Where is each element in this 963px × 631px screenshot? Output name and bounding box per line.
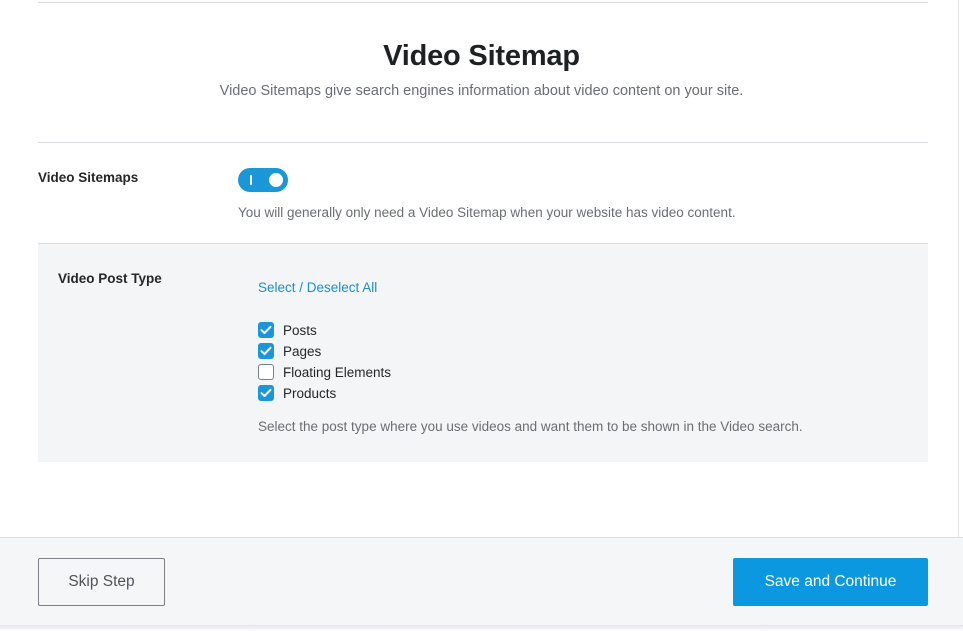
pages-label: Pages	[283, 343, 322, 359]
video-post-type-label: Video Post Type	[58, 271, 162, 286]
checkbox-row-posts[interactable]: Posts	[258, 321, 317, 339]
checkmark-icon	[260, 346, 272, 355]
checkbox-row-pages[interactable]: Pages	[258, 342, 321, 360]
checkbox-row-products[interactable]: Products	[258, 384, 336, 402]
top-divider	[38, 2, 928, 3]
video-sitemaps-description: You will generally only need a Video Sit…	[238, 205, 736, 220]
checkbox-row-floating-elements[interactable]: Floating Elements	[258, 363, 391, 381]
floating-elements-label: Floating Elements	[283, 364, 392, 380]
posts-checkbox[interactable]	[258, 322, 274, 338]
footer-shadow	[0, 625, 963, 631]
video-sitemaps-toggle[interactable]	[238, 168, 288, 192]
products-label: Products	[283, 385, 337, 401]
save-and-continue-button[interactable]: Save and Continue	[733, 558, 928, 606]
video-sitemaps-label: Video Sitemaps	[38, 170, 139, 185]
toggle-on-mark	[250, 175, 252, 185]
skip-step-button[interactable]: Skip Step	[38, 558, 165, 606]
posts-label: Posts	[283, 322, 317, 338]
section-divider	[38, 142, 928, 143]
page-subtitle: Video Sitemaps give search engines infor…	[219, 83, 744, 99]
checkmark-icon	[260, 388, 272, 397]
wizard-page: Video Sitemap Video Sitemaps give search…	[0, 0, 963, 631]
pages-checkbox[interactable]	[258, 343, 274, 359]
page-title: Video Sitemap	[383, 40, 580, 72]
toggle-knob	[269, 173, 283, 187]
floating-elements-checkbox[interactable]	[258, 364, 274, 380]
products-checkbox[interactable]	[258, 385, 274, 401]
checkmark-icon	[260, 325, 272, 334]
select-deselect-all-link[interactable]: Select / Deselect All	[258, 280, 377, 295]
post-type-description: Select the post type where you use video…	[258, 419, 803, 434]
panel-edge	[958, 0, 959, 537]
